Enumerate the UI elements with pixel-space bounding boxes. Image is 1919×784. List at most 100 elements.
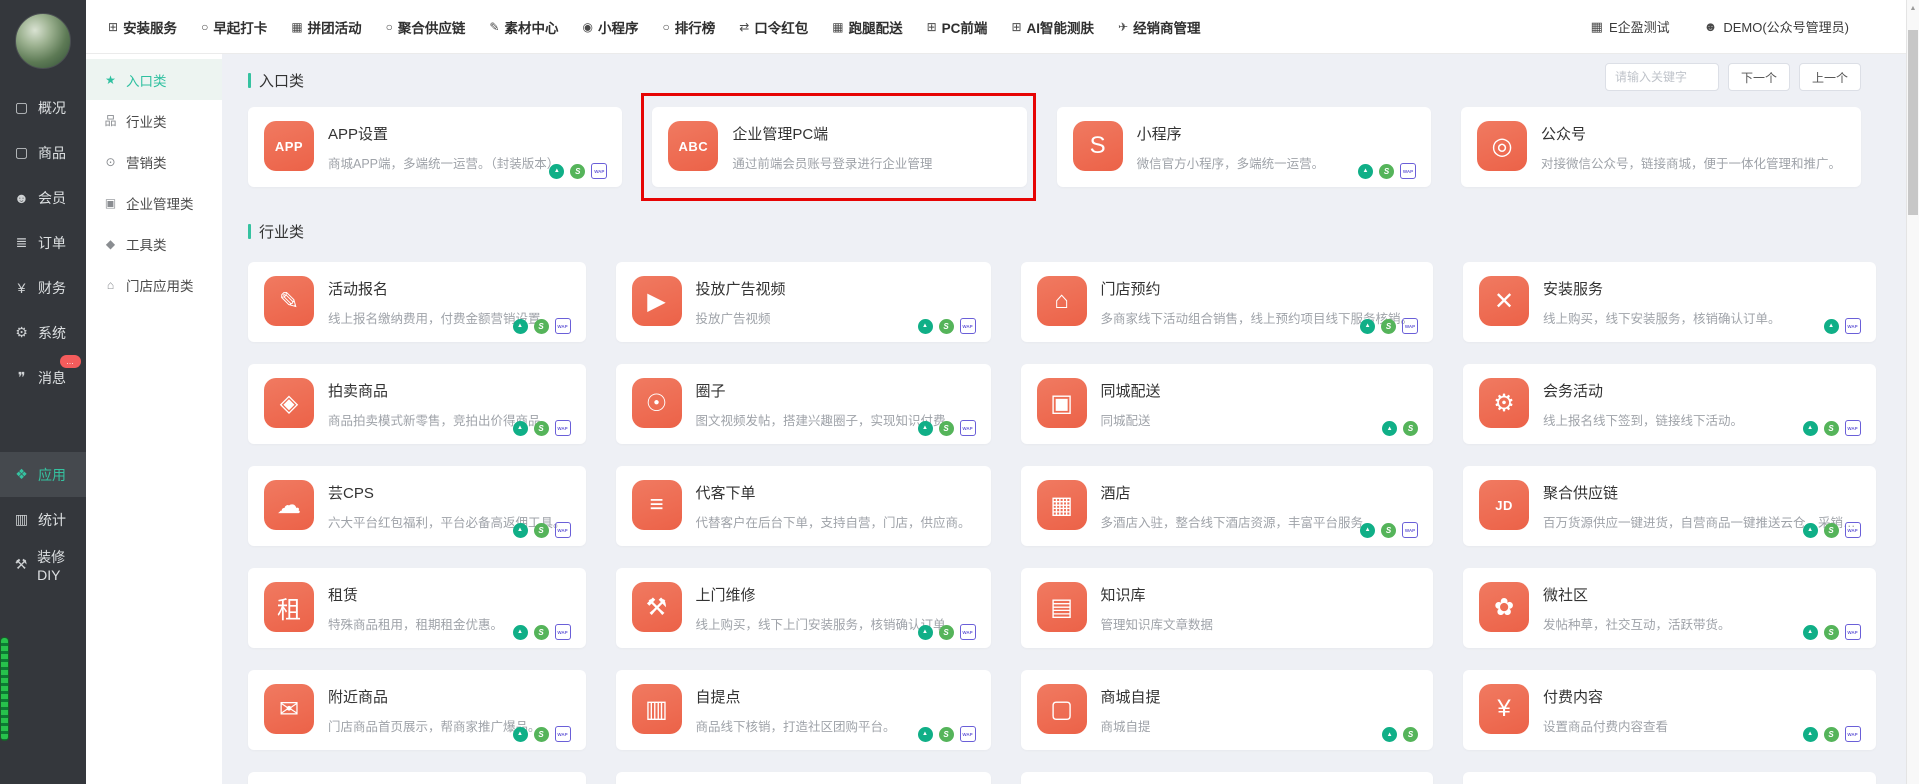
android-badge-icon: ▲ bbox=[918, 727, 933, 742]
android-badge-icon: ▲ bbox=[1358, 164, 1373, 179]
scroll-up-icon[interactable]: ▲ bbox=[1907, 0, 1919, 12]
wap-badge-icon: WAP bbox=[1402, 522, 1418, 538]
app-card[interactable]: ▦酒店多酒店入驻，整合线下酒店资源，丰富平台服务。▲SWAP bbox=[1021, 466, 1434, 546]
app-card[interactable]: ▶投放广告视频投放广告视频▲SWAP bbox=[616, 262, 991, 342]
category-item-label: 工具类 bbox=[126, 234, 167, 254]
platform-badges: ▲WAP bbox=[1824, 318, 1861, 334]
app-card[interactable]: ABC企业管理PC端通过前端会员账号登录进行企业管理 bbox=[652, 107, 1026, 187]
sidebar-item-统计[interactable]: ▥统计 bbox=[0, 497, 86, 542]
activity-signup-icon: ✎ bbox=[264, 276, 314, 326]
topnav-item[interactable]: ⇄口令红包 bbox=[739, 17, 808, 37]
sidebar-item-装修DIY[interactable]: ⚒装修DIY bbox=[0, 542, 86, 587]
repair-toolbox-icon: ⚒ bbox=[632, 582, 682, 632]
scrollbar-thumb[interactable] bbox=[1908, 30, 1918, 215]
sidebar-item-label: 装修DIY bbox=[37, 547, 86, 583]
category-item-label: 入口类 bbox=[126, 70, 167, 90]
category-item-入口类[interactable]: ★入口类 bbox=[86, 59, 222, 100]
app-card[interactable]: ⚙会务活动线上报名线下签到，链接线下活动。▲SWAP bbox=[1463, 364, 1876, 444]
app-card[interactable]: ⌂门店预约多商家线下活动组合销售，线上预约项目线下服务核销。▲SWAP bbox=[1021, 262, 1434, 342]
sidebar-item-应用[interactable]: ❖应用 bbox=[0, 452, 86, 497]
app-card[interactable]: ▤知识库管理知识库文章数据 bbox=[1021, 568, 1434, 648]
app-card-desc: 特殊商品租用，租期租金优惠。 bbox=[328, 614, 507, 633]
app-card[interactable]: S小程序微信官方小程序，多端统一运营。▲SWAP bbox=[1057, 107, 1431, 187]
sidebar-item-概况[interactable]: ▢概况 bbox=[0, 85, 86, 130]
sidebar-items: ▢概况▢商品☻会员≣订单¥财务⚙系统❞消息… ❖应用▥统计⚒装修DIY bbox=[0, 85, 86, 587]
category-item-营销类[interactable]: ⊙营销类 bbox=[86, 141, 222, 182]
category-sidebar: ★入口类品行业类⊙营销类▣企业管理类◆工具类⌂门店应用类 bbox=[86, 54, 222, 784]
topnav-item[interactable]: ✈经销商管理 bbox=[1118, 17, 1201, 37]
topnav-item[interactable]: ✎素材中心 bbox=[489, 17, 558, 37]
app-card-title: 会务活动 bbox=[1543, 380, 1747, 401]
app-card[interactable]: ☉圈子图文视频发帖，搭建兴趣圈子，实现知识付费。▲SWAP bbox=[616, 364, 991, 444]
app-card[interactable]: 租租赁特殊商品租用，租期租金优惠。▲SWAP bbox=[248, 568, 586, 648]
app-card[interactable]: APPAPP设置商城APP端，多端统一运营。（封装版本）▲SWAP bbox=[248, 107, 622, 187]
category-item-企业管理类[interactable]: ▣企业管理类 bbox=[86, 182, 222, 223]
android-badge-icon: ▲ bbox=[1360, 523, 1375, 538]
wap-badge-icon: WAP bbox=[591, 163, 607, 179]
dealer-wing-icon: ✈ bbox=[1118, 20, 1128, 34]
knowledge-book-icon: ▤ bbox=[1037, 582, 1087, 632]
category-item-行业类[interactable]: 品行业类 bbox=[86, 100, 222, 141]
circle-icon: ○ bbox=[662, 20, 669, 34]
topnav-item[interactable]: ◉小程序 bbox=[582, 17, 638, 37]
platform-badges: ▲SWAP bbox=[1803, 624, 1861, 640]
sidebar-item-商品[interactable]: ▢商品 bbox=[0, 130, 86, 175]
sidebar-item-订单[interactable]: ≣订单 bbox=[0, 220, 86, 265]
android-badge-icon: ▲ bbox=[1803, 727, 1818, 742]
category-item-门店应用类[interactable]: ⌂门店应用类 bbox=[86, 264, 222, 305]
app-card[interactable]: ◈拍卖商品商品拍卖模式新零售，竞拍出价得商品。▲SWAP bbox=[248, 364, 586, 444]
topnav-item[interactable]: ⊞AI智能测肤 bbox=[1011, 17, 1094, 37]
app-card[interactable]: ▣同城配送同城配送▲S bbox=[1021, 364, 1434, 444]
platform-badges: ▲S bbox=[1382, 727, 1418, 742]
topnav-item[interactable]: ⊞PC前端 bbox=[927, 17, 988, 37]
topnav-item-label: 拼团活动 bbox=[308, 17, 362, 37]
topnav-item[interactable]: ○早起打卡 bbox=[201, 17, 267, 37]
sidebar-item-会员[interactable]: ☻会员 bbox=[0, 175, 86, 220]
briefcase-icon: ▣ bbox=[103, 196, 118, 210]
topnav-item[interactable]: ⊞安装服务 bbox=[108, 17, 177, 37]
app-card[interactable]: ▥自提点商品线下核销，打造社区团购平台。▲SWAP bbox=[616, 670, 991, 750]
app-card[interactable]: ✉附近商品门店商品首页展示，帮商家推广爆品。▲SWAP bbox=[248, 670, 586, 750]
app-card[interactable]: ⊞PC前端 bbox=[1021, 772, 1434, 784]
topbar: ⊞安装服务 ○早起打卡 ▦拼团活动 ○聚合供应链 ✎素材中心 ◉小程序 ○ 排行榜 ⇄口令红包 ▦… bbox=[86, 0, 1919, 54]
app-card[interactable]: ☁芸CPS六大平台红包福利，平台必备高返佣工具。▲SWAP bbox=[248, 466, 586, 546]
android-badge-icon: ▲ bbox=[1803, 625, 1818, 640]
app-card[interactable]: ▢商城自提商城自提▲S bbox=[1021, 670, 1434, 750]
user-menu[interactable]: ☻DEMO(公众号管理员) bbox=[1704, 17, 1849, 36]
avatar[interactable] bbox=[15, 13, 71, 69]
topnav-item[interactable]: ○聚合供应链 bbox=[386, 17, 466, 37]
app-card[interactable]: ◷分时预约 bbox=[616, 772, 991, 784]
app-card[interactable]: ✿微社区发帖种草，社交互动，活跃带货。▲SWAP bbox=[1463, 568, 1876, 648]
workspace-switcher[interactable]: ▦E企盈测试 bbox=[1591, 17, 1670, 36]
topnav-item[interactable]: ▦跑腿配送 bbox=[832, 17, 902, 37]
sidebar-item-系统[interactable]: ⚙系统 bbox=[0, 310, 86, 355]
rental-icon: 租 bbox=[264, 582, 314, 632]
app-card[interactable]: ⚒上门维修线上购买，线下上门安装服务，核销确认订单。▲SWAP bbox=[616, 568, 991, 648]
window-scrollbar[interactable]: ▲ bbox=[1906, 0, 1919, 784]
app-card[interactable]: ✎活动报名线上报名缴纳费用，付费金额营销设置。▲SWAP bbox=[248, 262, 586, 342]
apps-cubes-icon: ❖ bbox=[13, 466, 30, 483]
android-badge-icon: ▲ bbox=[513, 625, 528, 640]
topnav-item-label: 排行榜 bbox=[675, 17, 716, 37]
android-badge-icon: ▲ bbox=[918, 625, 933, 640]
wap-badge-icon: WAP bbox=[1845, 318, 1861, 334]
miniprogram-icon: ◉ bbox=[582, 20, 592, 34]
app-card[interactable]: ✕安装服务线上购买，线下安装服务，核销确认订单。▲WAP bbox=[1463, 262, 1876, 342]
android-badge-icon: ▲ bbox=[513, 523, 528, 538]
topnav-item[interactable]: ▦拼团活动 bbox=[291, 17, 361, 37]
app-card[interactable]: ◎公众号对接微信公众号，链接商城，便于一体化管理和推广。 bbox=[1461, 107, 1861, 187]
abc-pc-admin-icon: ABC bbox=[668, 121, 718, 171]
sidebar-item-消息[interactable]: ❞消息… bbox=[0, 355, 86, 400]
category-item-工具类[interactable]: ◆工具类 bbox=[86, 223, 222, 264]
platform-badges: ▲SWAP bbox=[513, 420, 571, 436]
app-card[interactable]: ≡代客下单代替客户在后台下单，支持自营，门店，供应商。 bbox=[616, 466, 991, 546]
next-button[interactable]: 下一个 bbox=[1728, 63, 1790, 91]
app-card[interactable]: ¥付费内容设置商品付费内容查看▲SWAP bbox=[1463, 670, 1876, 750]
app-card[interactable]: AIAI智能测肤 bbox=[1463, 772, 1876, 784]
search-input[interactable] bbox=[1605, 63, 1719, 91]
topnav-item[interactable]: ○ 排行榜 bbox=[662, 17, 715, 37]
sidebar-item-财务[interactable]: ¥财务 bbox=[0, 265, 86, 310]
prev-button[interactable]: 上一个 bbox=[1799, 63, 1861, 91]
app-card[interactable]: JD聚合供应链百万货源供应一键进货，自营商品一键推送云仓，采销…▲SWAP bbox=[1463, 466, 1876, 546]
app-card[interactable]: ⌂厂家 bbox=[248, 772, 586, 784]
